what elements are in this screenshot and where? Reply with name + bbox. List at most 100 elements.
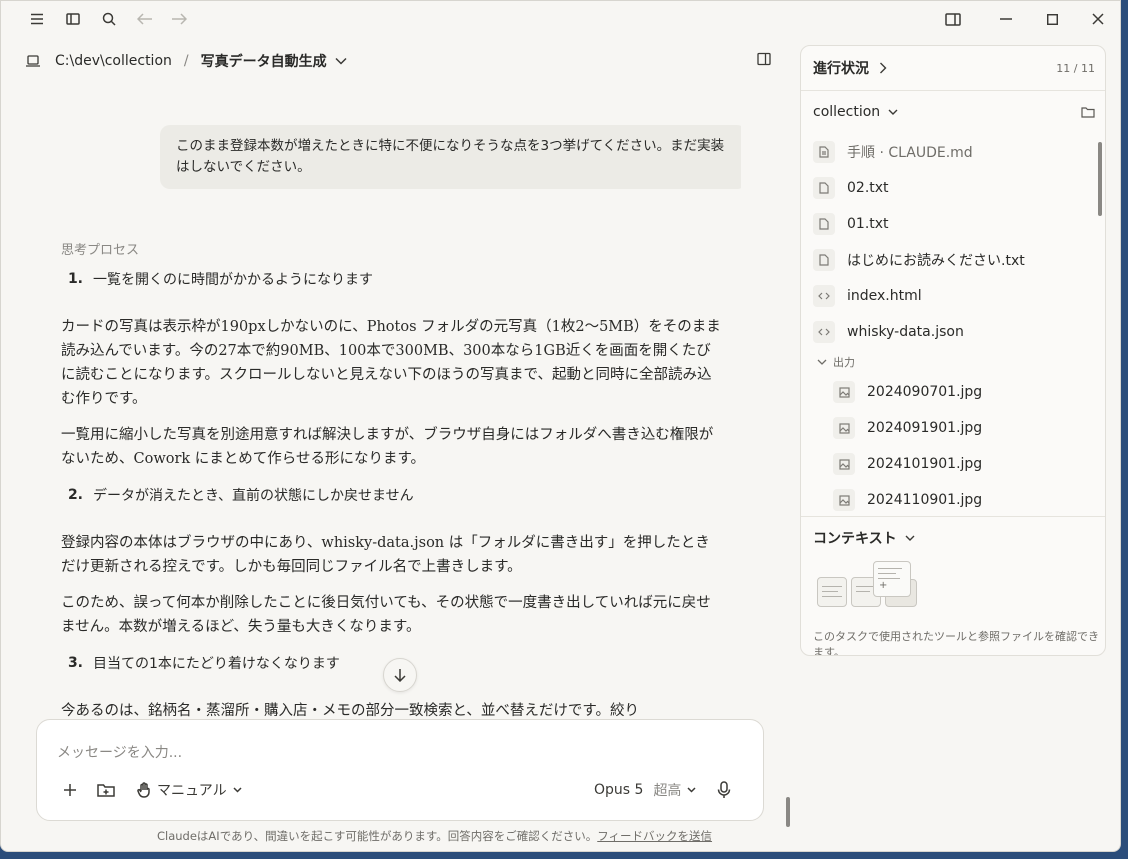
file-name: 02.txt: [847, 180, 889, 196]
message-composer: メッセージを入力... マニュアル Opus 5 超高: [36, 719, 764, 821]
item-number: 2.: [67, 487, 83, 503]
sidebar-toggle-icon[interactable]: [61, 7, 85, 31]
answer-paragraph: 登録内容の本体はブラウザの中にあり、whisky-data.json は「フォル…: [61, 535, 710, 575]
code-icon: [813, 285, 835, 307]
folder-open-icon: [1081, 107, 1095, 118]
microphone-icon[interactable]: [717, 778, 731, 802]
menu-icon[interactable]: [25, 7, 49, 31]
hand-icon: [137, 782, 150, 798]
app-window: C:\dev\collection / 写真データ自動生成 このまま登録本数が増…: [0, 0, 1121, 852]
chevron-down-icon[interactable]: [335, 57, 347, 65]
breadcrumb: C:\dev\collection / 写真データ自動生成: [25, 49, 347, 73]
file-item[interactable]: 2024091901.jpg: [833, 416, 982, 440]
output-folder[interactable]: 出力: [817, 354, 855, 370]
chevron-down-icon: [233, 787, 242, 793]
context-description: このタスクで使用されたツールと参照ファイルを確認できます。: [813, 630, 1099, 656]
context-files-preview[interactable]: +: [817, 561, 921, 611]
file-name: 2024091901.jpg: [867, 420, 983, 436]
image-icon: [833, 489, 855, 511]
breadcrumb-path[interactable]: C:\dev\collection: [55, 53, 172, 69]
message-input[interactable]: メッセージを入力...: [57, 742, 182, 762]
doc-icon: [813, 141, 835, 163]
search-icon[interactable]: [97, 7, 121, 31]
scroll-to-bottom-button[interactable]: [383, 658, 417, 692]
file-icon: [813, 249, 835, 271]
model-name: Opus 5: [594, 782, 644, 798]
file-item[interactable]: whisky-data.json: [813, 320, 964, 344]
add-icon[interactable]: [63, 778, 77, 802]
progress-header[interactable]: 進行状況 11 / 11: [813, 58, 1095, 78]
answer-paragraph: 一覧用に縮小した写真を別途用意すれば解決しますが、ブラウザ自身にはフォルダへ書き…: [61, 427, 714, 467]
side-panel: 進行状況 11 / 11 collection 手順 · CLAUDE.md 0…: [800, 45, 1106, 656]
item-number: 3.: [67, 655, 83, 671]
file-item[interactable]: 2024101901.jpg: [833, 452, 982, 476]
file-name: index.html: [847, 288, 922, 304]
file-item[interactable]: 01.txt: [813, 212, 889, 236]
close-button[interactable]: [1086, 7, 1110, 31]
item-heading-text: 一覧を開くのに時間がかかるようになります: [93, 272, 373, 288]
file-icon: [813, 177, 835, 199]
ai-disclaimer: ClaudeはAIであり、間違いを起こす可能性があります。回答内容をご確認くださ…: [157, 828, 712, 844]
scrollbar-thumb[interactable]: [1098, 142, 1102, 216]
thinking-process-toggle[interactable]: 思考プロセス: [61, 239, 139, 258]
back-arrow-icon[interactable]: [133, 7, 157, 31]
chevron-down-icon: [905, 535, 915, 541]
chat-scrollbar[interactable]: [785, 85, 791, 845]
item-heading-text: 目当ての1本にたどり着けなくなります: [93, 656, 340, 672]
item-heading-text: データが消えたとき、直前の状態にしか戻せません: [93, 488, 414, 504]
context-title: コンテキスト: [813, 531, 897, 547]
model-selector[interactable]: Opus 5 超高: [594, 778, 696, 802]
chevron-right-icon: [880, 62, 887, 74]
title-bar: [1, 1, 1120, 37]
chevron-down-icon: [888, 109, 898, 115]
mode-label: マニュアル: [157, 783, 227, 799]
breadcrumb-separator: /: [183, 53, 189, 69]
image-icon: [833, 417, 855, 439]
chevron-down-icon: [817, 359, 827, 365]
file-name: 2024101901.jpg: [867, 456, 983, 472]
file-tree: 手順 · CLAUDE.md 02.txt 01.txt はじめにお読みください…: [813, 136, 1098, 514]
progress-title: 進行状況: [813, 61, 869, 77]
minimize-button[interactable]: [994, 7, 1018, 31]
folder-add-icon[interactable]: [97, 778, 115, 802]
folder-name: collection: [813, 104, 881, 120]
progress-count: 11 / 11: [1056, 61, 1095, 75]
effort-level: 超高: [653, 783, 682, 799]
scrollbar-thumb[interactable]: [786, 797, 790, 827]
file-tree-scrollbar[interactable]: [1097, 134, 1103, 514]
file-name: 2024090701.jpg: [867, 384, 983, 400]
context-file-card: +: [873, 561, 911, 597]
divider: [801, 90, 1105, 91]
plus-icon: +: [879, 580, 888, 591]
file-item[interactable]: はじめにお読みください.txt: [813, 248, 1025, 272]
file-item[interactable]: 手順 · CLAUDE.md: [813, 140, 973, 164]
image-icon: [833, 453, 855, 475]
file-name: 2024110901.jpg: [867, 492, 983, 508]
image-icon: [833, 381, 855, 403]
forward-arrow-icon[interactable]: [167, 7, 191, 31]
user-message: このまま登録本数が増えたときに特に不便になりそうな点を3つ挙げてください。まだ実…: [160, 125, 741, 189]
answer-item-heading: 2. データが消えたとき、直前の状態にしか戻せません: [61, 483, 721, 507]
file-name: 01.txt: [847, 216, 889, 232]
code-icon: [813, 321, 835, 343]
answer-paragraph: 今あるのは、銘柄名・蒸溜所・購入店・メモの部分一致検索と、並べ替えだけです。絞り: [61, 703, 639, 719]
file-icon: [813, 213, 835, 235]
chevron-down-icon: [687, 787, 696, 793]
panel-layout-icon[interactable]: [941, 7, 965, 31]
file-item[interactable]: 2024110901.jpg: [833, 488, 982, 512]
maximize-button[interactable]: [1040, 7, 1064, 31]
file-item[interactable]: 02.txt: [813, 176, 889, 200]
file-item[interactable]: 2024090701.jpg: [833, 380, 982, 404]
folder-header[interactable]: collection: [813, 102, 1095, 122]
side-panel-toggle-icon[interactable]: [757, 51, 777, 71]
context-header[interactable]: コンテキスト: [813, 528, 915, 548]
assistant-answer: 1. 一覧を開くのに時間がかかるようになります カードの写真は表示枠が190px…: [61, 267, 721, 719]
file-item[interactable]: index.html: [813, 284, 922, 308]
chat-transcript: このまま登録本数が増えたときに特に不便になりそうな点を3つ挙げてください。まだ実…: [41, 89, 741, 719]
feedback-link[interactable]: フィードバックを送信: [597, 829, 712, 843]
laptop-icon: [25, 54, 41, 68]
project-name[interactable]: 写真データ自動生成: [201, 51, 327, 71]
disclaimer-text: ClaudeはAIであり、間違いを起こす可能性があります。回答内容をご確認くださ…: [157, 829, 598, 843]
answer-item-heading: 1. 一覧を開くのに時間がかかるようになります: [61, 267, 721, 291]
mode-selector[interactable]: マニュアル: [137, 778, 242, 802]
